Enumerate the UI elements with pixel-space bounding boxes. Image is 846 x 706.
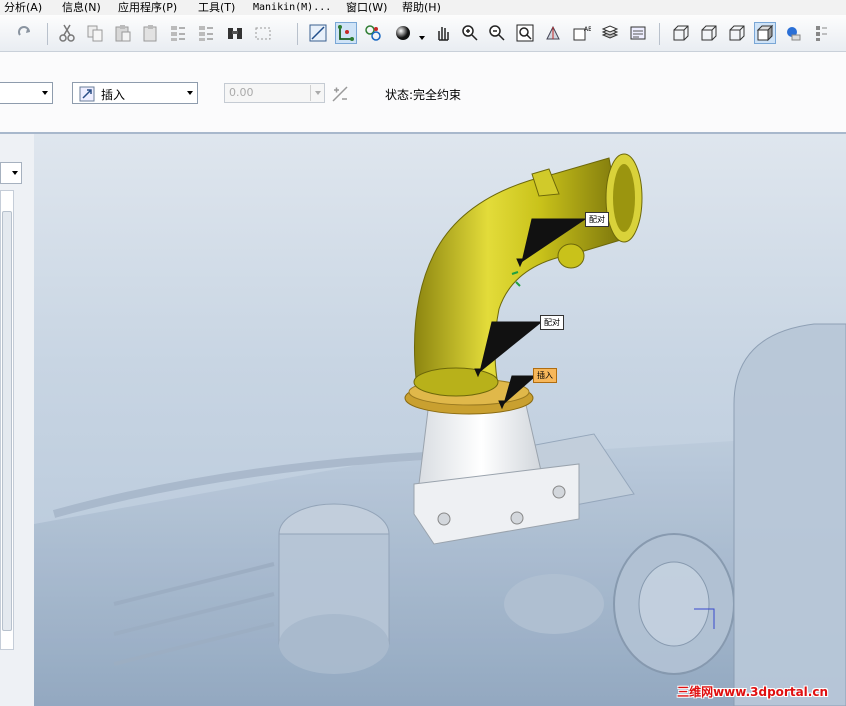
wireframe-icon[interactable] (670, 22, 692, 44)
menu-tools[interactable]: 工具(T) (198, 0, 235, 15)
hidden-line-icon[interactable] (698, 22, 720, 44)
cut-icon[interactable] (56, 22, 78, 44)
pan-icon[interactable] (432, 22, 454, 44)
copy-icon[interactable] (84, 22, 106, 44)
toolbar-separator (297, 23, 298, 45)
zoom-out-icon[interactable] (486, 22, 508, 44)
spin-center-icon[interactable] (362, 22, 384, 44)
menu-applications[interactable]: 应用程序(P) (118, 0, 177, 15)
layers-icon[interactable] (599, 22, 621, 44)
constraint-label-align-2[interactable]: 配对 (540, 315, 564, 330)
flip-direction-icon[interactable] (331, 85, 349, 103)
offset-value: 0.00 (229, 86, 254, 99)
svg-text:AB: AB (584, 26, 591, 33)
chevron-down-icon[interactable] (187, 91, 193, 95)
reorient-icon[interactable] (542, 22, 564, 44)
model-tree-icon[interactable] (627, 22, 649, 44)
divider (310, 85, 311, 101)
saved-views-icon[interactable]: AB (570, 22, 592, 44)
no-hidden-icon[interactable] (726, 22, 748, 44)
adapter-part (413, 395, 580, 545)
constraint-label-align-1[interactable]: 配对 (585, 212, 609, 227)
chevron-down-icon[interactable] (42, 91, 48, 95)
menu-bar: 分析(A) 信息(N) 应用程序(P) 工具(T) Manikin(M)... … (0, 0, 846, 15)
toolbar-separator (659, 23, 660, 45)
redo-icon[interactable] (14, 22, 36, 44)
shading-icon[interactable] (392, 22, 414, 44)
appearance-icon[interactable] (782, 22, 804, 44)
regenerate-icon[interactable] (167, 22, 189, 44)
offset-field[interactable]: 0.00 (224, 83, 325, 103)
panel-scrollbar[interactable] (0, 190, 14, 650)
chevron-down-icon[interactable] (419, 36, 425, 40)
menu-manikin[interactable]: Manikin(M)... (253, 0, 331, 15)
menu-help[interactable]: 帮助(H) (402, 0, 441, 15)
insert-constraint-icon (79, 86, 95, 102)
elbow-pipe (413, 153, 643, 397)
chevron-down-icon[interactable] (12, 171, 18, 175)
constraint-type-dropdown[interactable]: 插入 (72, 82, 198, 104)
main-toolbar: AB (0, 15, 846, 52)
constraint-type-label: 插入 (101, 88, 126, 102)
select-box-icon[interactable] (252, 22, 274, 44)
shaded-icon[interactable] (754, 22, 776, 44)
reference-dropdown[interactable] (0, 82, 53, 104)
scrollbar-thumb[interactable] (2, 211, 12, 631)
menu-window[interactable]: 窗口(W) (346, 0, 387, 15)
site-watermark: 三维网www.3dportal.cn (677, 685, 828, 699)
panel-dropdown[interactable] (0, 162, 22, 184)
model-scene (34, 153, 846, 706)
left-panel (0, 134, 35, 706)
regen-manager-icon[interactable] (195, 22, 217, 44)
paste-icon[interactable] (112, 22, 134, 44)
toolbar-separator (47, 23, 48, 45)
chevron-down-icon[interactable] (315, 91, 321, 95)
menu-analysis[interactable]: 分析(A) (4, 0, 42, 15)
datum-display-icon[interactable] (335, 22, 357, 44)
find-icon[interactable] (224, 22, 246, 44)
more-icon[interactable] (810, 22, 832, 44)
sketch-view-icon[interactable] (307, 22, 329, 44)
paste-special-icon[interactable] (140, 22, 162, 44)
constraint-dashboard: 插入 0.00 状态:完全约束 (0, 52, 846, 134)
zoom-in-icon[interactable] (459, 22, 481, 44)
constraint-label-insert[interactable]: 插入 (533, 368, 557, 383)
constraint-status: 状态:完全约束 (385, 88, 462, 102)
refit-icon[interactable] (514, 22, 536, 44)
graphics-viewport[interactable]: 配对 配对 插入 (34, 134, 846, 706)
menu-info[interactable]: 信息(N) (62, 0, 101, 15)
